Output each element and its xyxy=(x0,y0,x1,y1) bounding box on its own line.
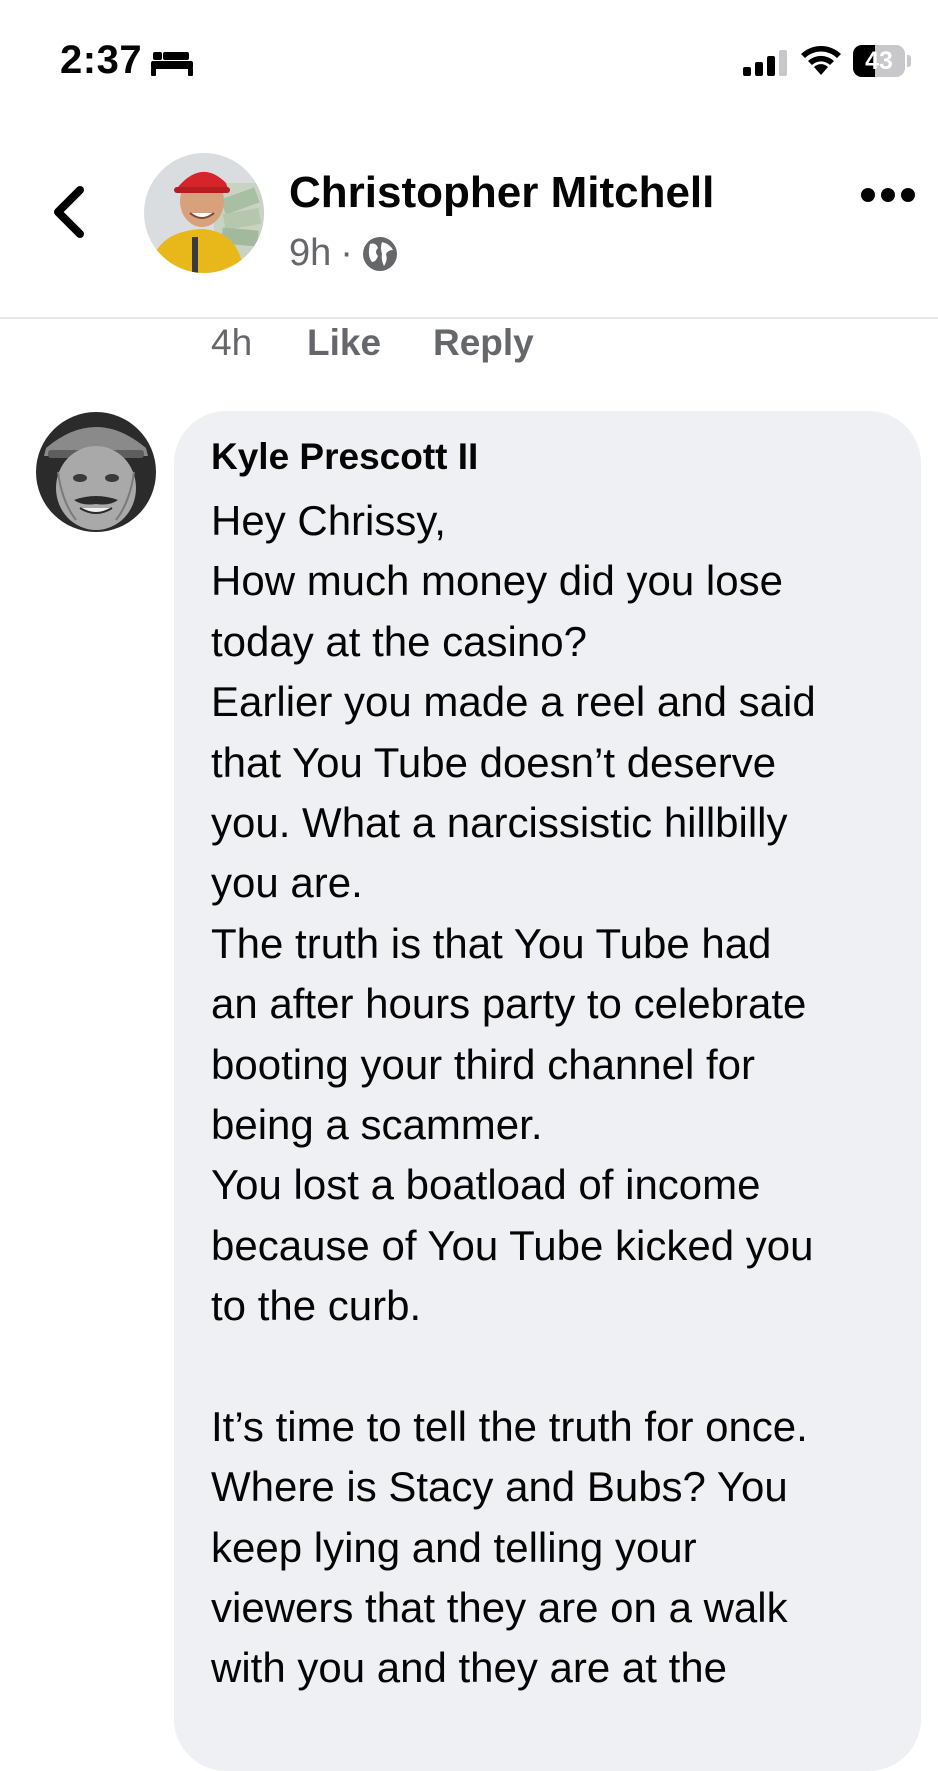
meta-separator: · xyxy=(340,232,353,274)
battery-icon: 43 xyxy=(853,45,911,77)
comment-line: you. What a narcissistic hillbilly xyxy=(211,798,788,846)
wifi-icon xyxy=(801,46,841,75)
reply-button[interactable]: Reply xyxy=(433,322,534,364)
comment-line: Where is Stacy and Bubs? You xyxy=(211,1463,788,1511)
comment-line: because of You Tube kicked you xyxy=(211,1221,814,1269)
comment-line: being a scammer. xyxy=(211,1100,543,1148)
comment-line: an after hours party to celebrate xyxy=(211,980,807,1028)
post-meta: 9h · xyxy=(289,232,398,275)
post-author-name[interactable]: Christopher Mitchell xyxy=(289,168,714,218)
post-header: Christopher Mitchell 9h · xyxy=(0,120,938,319)
previous-comment-age: 4h xyxy=(211,322,253,363)
comment-line: today at the casino? xyxy=(211,617,587,665)
comment-line: How much money did you lose xyxy=(211,557,783,605)
sleep-icon xyxy=(151,52,193,76)
status-time: 2:37 xyxy=(60,38,143,82)
comment-line: The truth is that You Tube had xyxy=(211,919,772,967)
back-arrow-icon[interactable] xyxy=(48,182,92,242)
author-avatar[interactable] xyxy=(144,153,264,273)
comment-text: Hey Chrissy, How much money did you lose… xyxy=(211,491,916,1699)
comment-line: Hey Chrissy, xyxy=(211,497,446,544)
globe-icon xyxy=(362,236,397,271)
comment-line: Earlier you made a reel and said xyxy=(211,678,816,726)
commenter-avatar[interactable] xyxy=(36,412,156,532)
comment-line: with you and they are at the xyxy=(211,1644,727,1692)
signal-icon xyxy=(743,50,787,76)
comment-line: to the curb. xyxy=(211,1282,422,1330)
battery-level: 43 xyxy=(865,47,893,75)
previous-comment-actions: 4h Like Reply xyxy=(211,322,534,364)
comment-line xyxy=(211,1336,916,1396)
comment-line: you are. xyxy=(211,859,363,907)
comment-bubble: Kyle Prescott II Hey Chrissy, How much m… xyxy=(174,411,921,1771)
post-age: 9h xyxy=(289,232,332,274)
status-bar: 2:37 43 xyxy=(0,0,938,120)
comment-line: that You Tube doesn’t deserve xyxy=(211,738,777,786)
comment-author-name[interactable]: Kyle Prescott II xyxy=(211,436,478,478)
comment-line: keep lying and telling your xyxy=(211,1523,697,1571)
like-button[interactable]: Like xyxy=(307,322,433,364)
comment-line: You lost a boatload of income xyxy=(211,1161,761,1209)
more-icon[interactable] xyxy=(860,183,916,207)
comment-line: viewers that they are on a walk xyxy=(211,1584,788,1632)
comment-line: It’s time to tell the truth for once. xyxy=(211,1402,808,1450)
comment-line: booting your third channel for xyxy=(211,1040,756,1088)
